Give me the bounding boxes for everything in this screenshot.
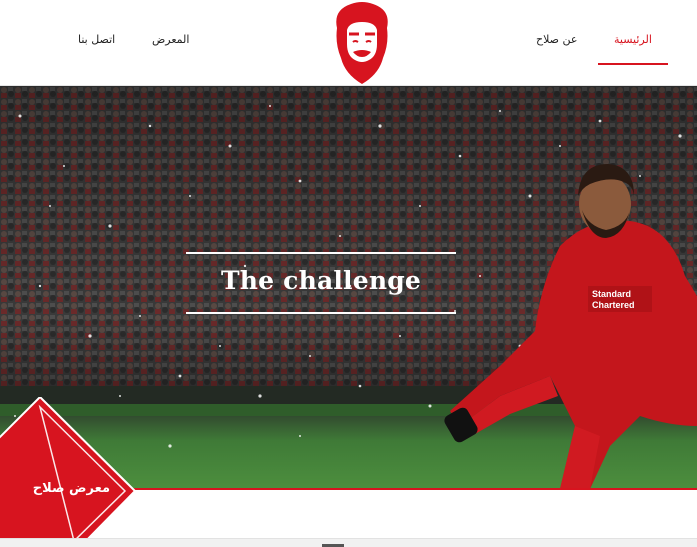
active-nav-indicator [598,63,668,65]
bottom-bar [0,538,697,547]
nav-contact[interactable]: اتصل بنا [78,33,115,46]
svg-text:Chartered: Chartered [592,300,635,310]
salah-logo-icon[interactable] [329,0,395,84]
title-bottom-rule [186,312,456,314]
nav-about[interactable]: عن صلاح [536,33,577,46]
hero-title: The challenge [220,266,422,295]
site-header: اتصل بنا المعرض عن صلاح الرئيسية [0,0,697,86]
nav-home[interactable]: الرئيسية [614,33,652,46]
gallery-badge[interactable] [0,397,140,547]
hero-title-frame: The challenge [186,252,456,316]
player-image: Standard Chartered [444,164,697,489]
title-top-rule [186,252,456,254]
nav-gallery[interactable]: المعرض [152,33,189,46]
gallery-badge-label[interactable]: معرض صلاح [0,481,110,496]
jersey-sponsor-text: Standard [592,289,631,299]
